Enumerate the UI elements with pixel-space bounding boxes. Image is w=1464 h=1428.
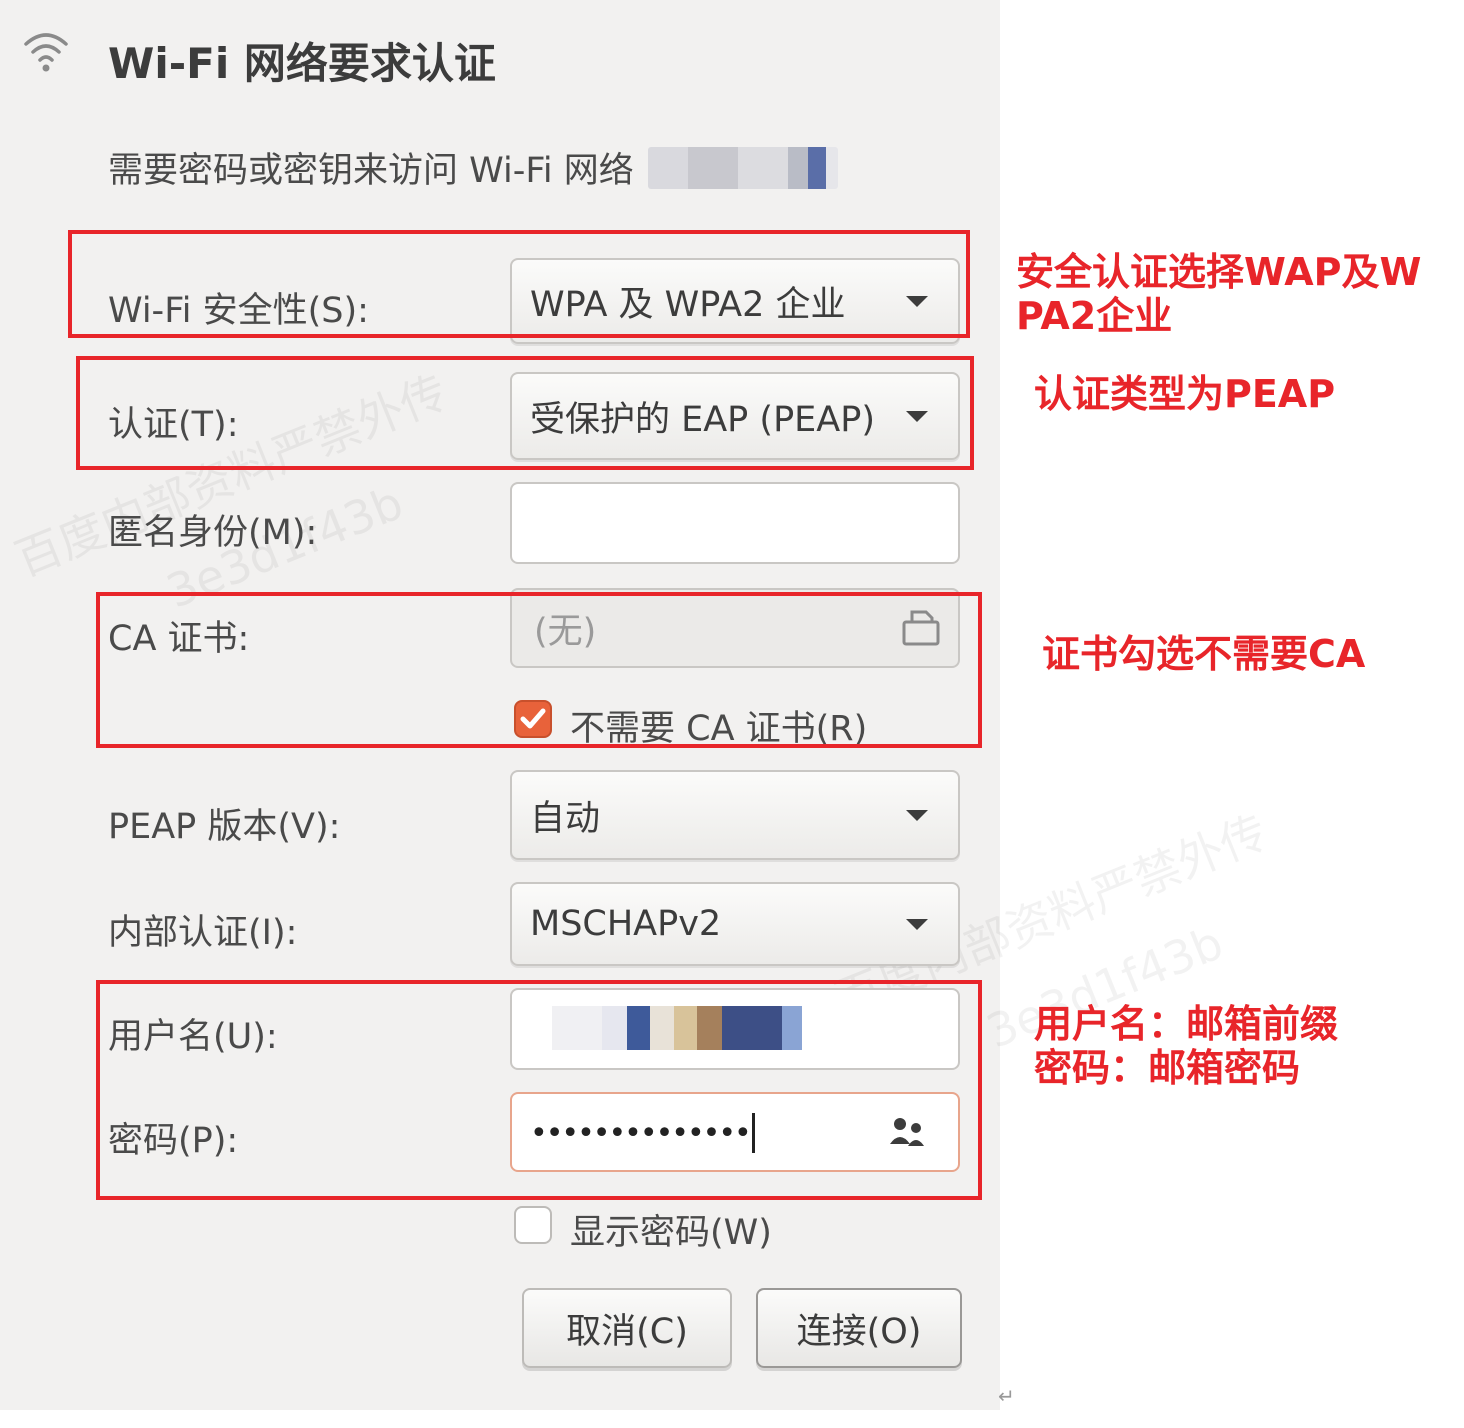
highlight-security [68, 230, 970, 338]
cancel-button[interactable]: 取消(C) [522, 1288, 732, 1368]
show-password-label: 显示密码(W) [570, 1213, 772, 1253]
network-name-redacted [647, 146, 838, 189]
anon-identity-label: 匿名身份(M): [108, 513, 318, 553]
show-password-checkbox[interactable] [514, 1206, 552, 1244]
highlight-ca [96, 592, 982, 748]
inner-auth-combo[interactable]: MSCHAPv2 [510, 882, 960, 966]
peap-version-combo[interactable]: 自动 [510, 770, 960, 860]
dialog-title: Wi-Fi 网络要求认证 [108, 39, 496, 88]
peap-version-value: 自动 [530, 798, 601, 839]
inner-auth-label: 内部认证(I): [108, 913, 298, 953]
wifi-icon [24, 33, 68, 72]
connect-button-label: 连接(O) [796, 1311, 922, 1352]
dropdown-arrow-icon [906, 918, 928, 930]
inner-auth-value: MSCHAPv2 [530, 904, 722, 944]
highlight-credentials [96, 980, 982, 1200]
dialog-description: 需要密码或密钥来访问 Wi-Fi 网络 [108, 142, 838, 193]
dropdown-arrow-icon [906, 809, 928, 821]
annotation-ca: 证书勾选不需要CA [1042, 632, 1366, 676]
anon-identity-input[interactable] [510, 482, 960, 564]
annotation-security: 安全认证选择WAP及WPA2企业 [1016, 250, 1422, 338]
highlight-auth [76, 356, 974, 470]
cancel-button-label: 取消(C) [566, 1311, 688, 1352]
annotation-auth: 认证类型为PEAP [1034, 372, 1336, 416]
description-text: 需要密码或密钥来访问 Wi-Fi 网络 [108, 151, 634, 191]
return-mark: ↵ [998, 1384, 1015, 1408]
annotation-password: 密码：邮箱密码 [1034, 1046, 1301, 1090]
connect-button[interactable]: 连接(O) [756, 1288, 962, 1368]
annotation-username: 用户名：邮箱前缀 [1034, 1002, 1339, 1046]
peap-version-label: PEAP 版本(V): [108, 807, 341, 847]
